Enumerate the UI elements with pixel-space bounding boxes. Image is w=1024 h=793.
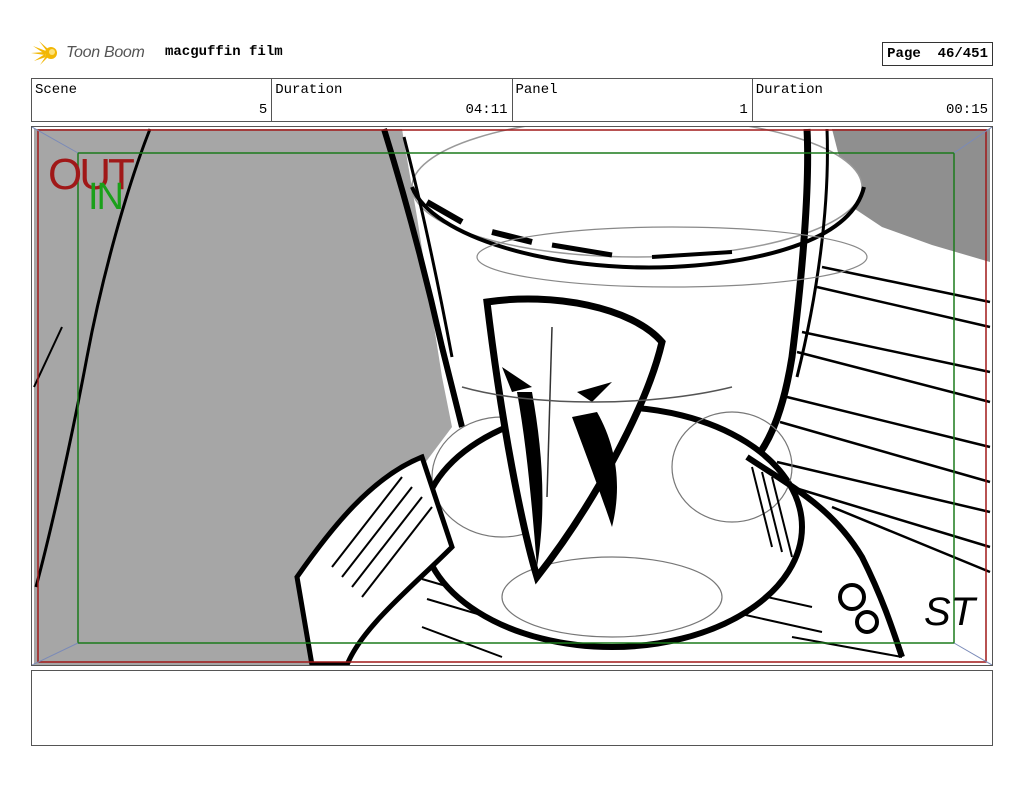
page-indicator: Page 46/451 — [882, 42, 993, 66]
panel-duration-value: 00:15 — [945, 102, 988, 118]
scene-cell: Scene 5 — [32, 79, 273, 121]
scene-label: Scene — [35, 82, 78, 98]
sunburst-logo-icon — [31, 41, 57, 65]
storyboard-panel-image: OUT IN ST — [31, 126, 993, 666]
storyboard-header: Toon Boom macguffin film Page 46/451 — [31, 38, 993, 68]
logo-text: Toon Boom — [66, 44, 145, 61]
sketch-corner-text: ST — [924, 590, 978, 634]
panel-info-row: Scene 5 Duration 04:11 Panel 1 Duration … — [31, 78, 993, 122]
panel-notes-area[interactable] — [31, 670, 993, 746]
panel-value: 1 — [739, 102, 748, 118]
scene-duration-cell: Duration 04:11 — [272, 79, 513, 121]
panel-duration-label: Duration — [755, 82, 823, 98]
scene-duration-value: 04:11 — [465, 102, 508, 118]
in-label: IN — [88, 176, 122, 218]
panel-cell: Panel 1 — [513, 79, 753, 121]
scene-value: 5 — [258, 102, 268, 118]
project-title: macguffin film — [165, 44, 283, 60]
panel-duration-cell: Duration 00:15 — [753, 79, 992, 121]
page-label: Page — [887, 46, 921, 62]
page-number: 46/451 — [937, 46, 988, 62]
panel-sketch: OUT IN ST — [32, 127, 992, 665]
toon-boom-logo: Toon Boom — [31, 38, 145, 68]
scene-duration-label: Duration — [275, 82, 343, 98]
panel-label: Panel — [515, 82, 558, 98]
